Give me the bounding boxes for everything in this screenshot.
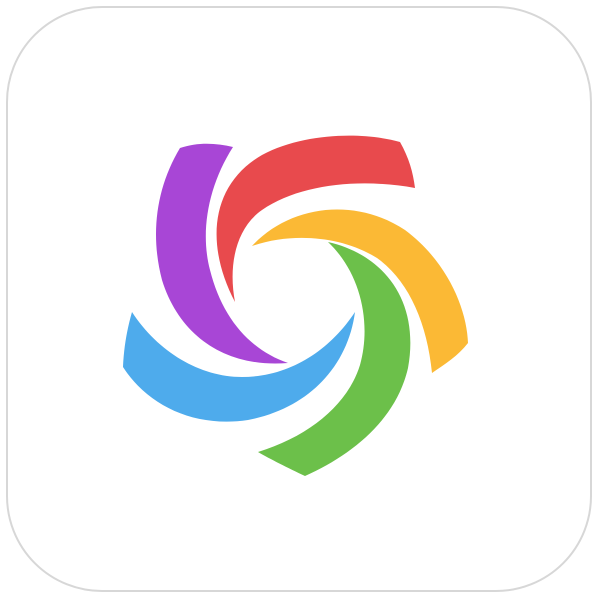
screen [0,0,600,600]
pinwheel-logo-icon [123,135,468,476]
blue-petal [123,312,355,422]
